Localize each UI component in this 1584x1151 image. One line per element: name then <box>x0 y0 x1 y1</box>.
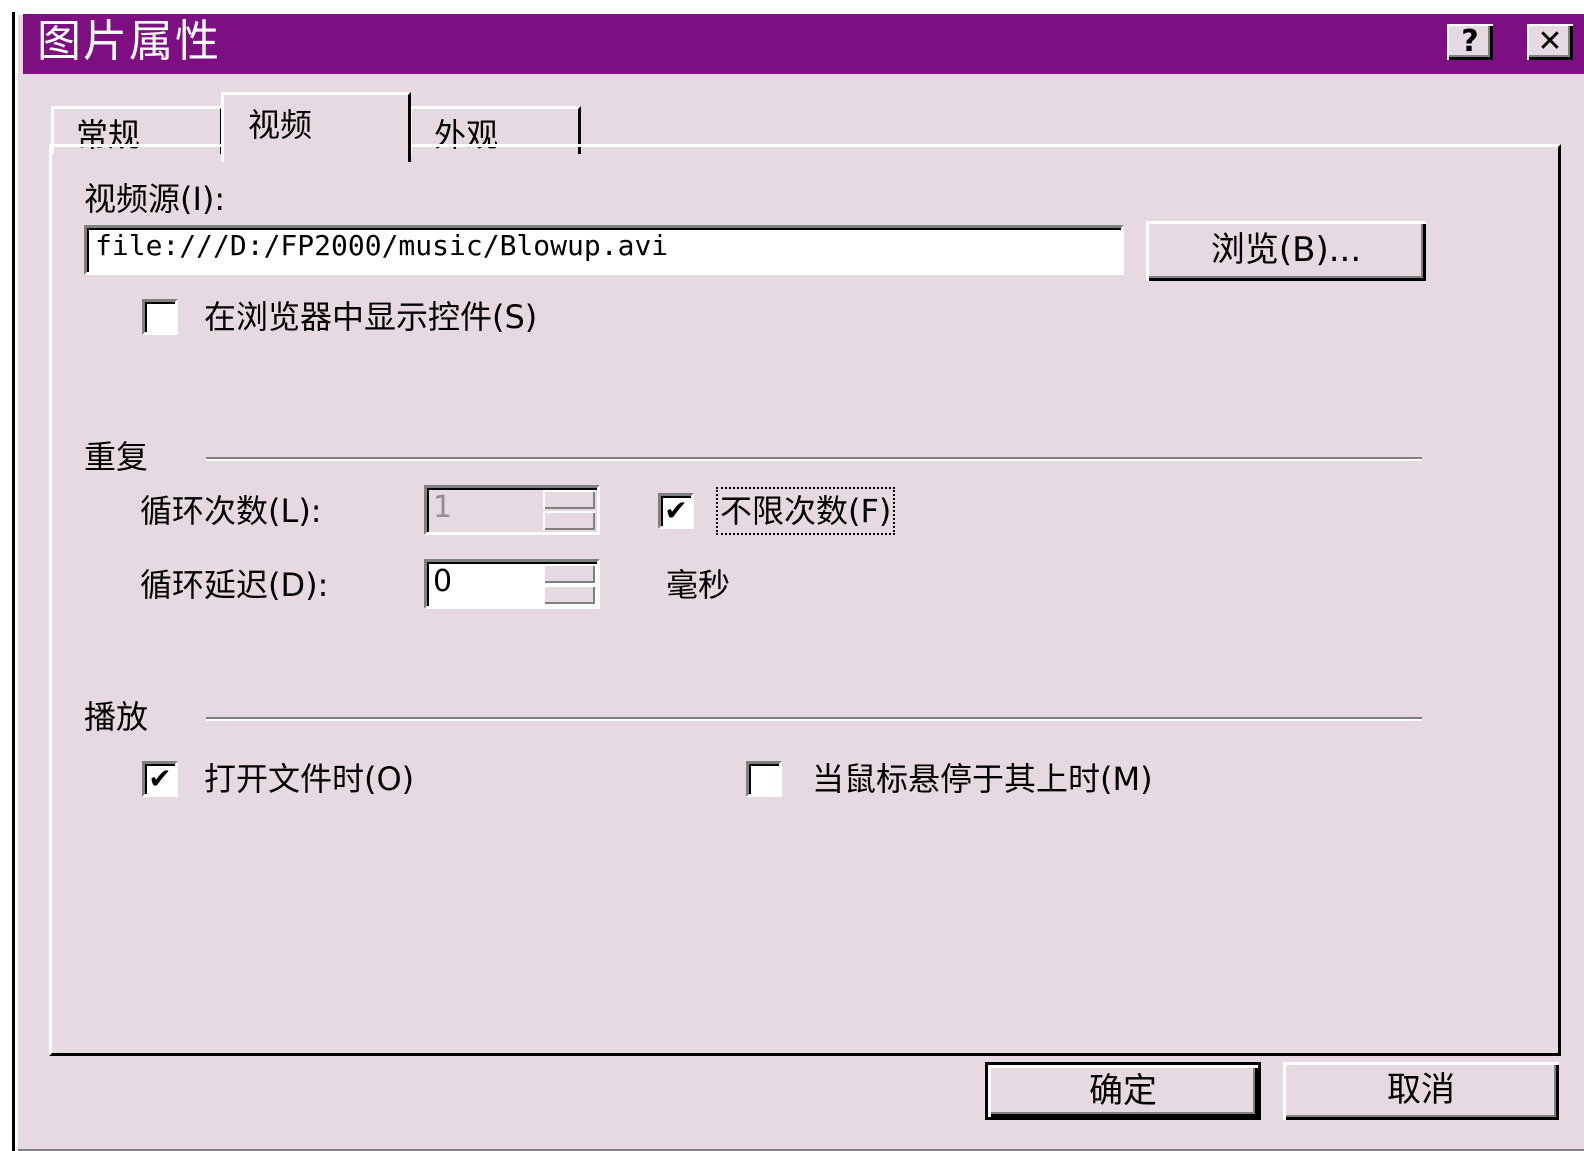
repeat-group-label: 重复 <box>84 438 149 476</box>
title-bar[interactable]: 图片属性 ? ✕ <box>23 14 1584 74</box>
play-group-divider <box>206 717 1422 721</box>
checkmark-icon: ✔ <box>664 494 688 527</box>
tab-video-label: 视频 <box>248 106 313 144</box>
browse-button[interactable]: 浏览(B)... <box>1146 221 1426 281</box>
tab-video[interactable]: 视频 <box>221 92 411 162</box>
video-tab-panel: 视频源(I): file:///D:/FP2000/music/Blowup.a… <box>49 144 1561 1056</box>
infinite-loop-label: 不限次数(F) <box>715 487 896 535</box>
loop-count-stepper[interactable]: 1 <box>424 485 600 535</box>
show-controls-checkbox[interactable] <box>142 299 178 335</box>
loop-delay-down-arrow[interactable] <box>543 585 595 604</box>
loop-count-down-arrow[interactable] <box>543 511 595 530</box>
video-source-input[interactable]: file:///D:/FP2000/music/Blowup.avi <box>84 225 1124 275</box>
loop-count-label: 循环次数(L): <box>140 492 322 530</box>
play-on-hover-label: 当鼠标悬停于其上时(M) <box>812 760 1153 798</box>
close-icon: ✕ <box>1537 24 1563 59</box>
help-icon: ? <box>1461 24 1479 59</box>
loop-count-up-arrow[interactable] <box>543 490 595 509</box>
video-source-label: 视频源(I): <box>84 180 226 218</box>
cancel-button[interactable]: 取消 <box>1283 1062 1559 1120</box>
close-button[interactable]: ✕ <box>1527 24 1573 60</box>
checkmark-icon: ✔ <box>148 762 172 795</box>
loop-delay-arrows <box>543 564 595 604</box>
loop-delay-value: 0 <box>433 564 453 599</box>
play-on-open-checkbox[interactable]: ✔ <box>142 761 178 797</box>
loop-delay-label: 循环延迟(D): <box>140 566 329 604</box>
loop-delay-unit: 毫秒 <box>666 566 731 604</box>
ok-button[interactable]: 确定 <box>985 1062 1261 1120</box>
play-on-open-label: 打开文件时(O) <box>204 760 415 798</box>
infinite-loop-checkbox[interactable]: ✔ <box>658 493 694 529</box>
picture-properties-dialog: 图片属性 ? ✕ 常规 视频 外观 视频源(I): file:///D:/FP2… <box>12 12 1584 1151</box>
loop-delay-stepper[interactable]: 0 <box>424 559 600 609</box>
show-controls-label: 在浏览器中显示控件(S) <box>204 298 538 336</box>
help-button[interactable]: ? <box>1447 24 1493 60</box>
loop-count-arrows <box>543 490 595 530</box>
repeat-group-divider <box>206 457 1422 461</box>
loop-delay-up-arrow[interactable] <box>543 564 595 583</box>
dialog-title: 图片属性 <box>37 16 221 67</box>
play-group-label: 播放 <box>84 698 149 736</box>
loop-count-value: 1 <box>433 490 453 525</box>
play-on-hover-checkbox[interactable] <box>746 761 782 797</box>
